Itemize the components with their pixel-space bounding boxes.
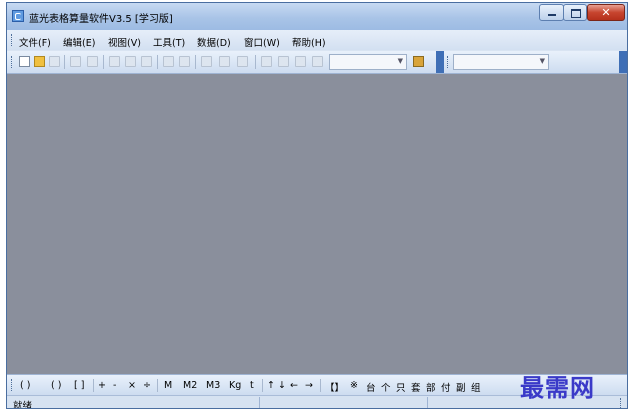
toolbar-separator (64, 55, 65, 69)
toolbar-separator (255, 55, 256, 69)
delete-row-icon[interactable] (237, 56, 248, 67)
edit-icon[interactable] (261, 56, 272, 67)
toolbar-grip-icon[interactable] (11, 56, 15, 68)
undo-icon[interactable] (163, 56, 174, 67)
unit-tai[interactable]: 台 (366, 380, 376, 394)
redo-icon[interactable] (179, 56, 190, 67)
status-divider (427, 397, 428, 408)
menu-window[interactable]: 窗口(W) (244, 35, 280, 49)
arrow-down-button[interactable]: ↓ (278, 380, 286, 391)
symbol-reference-mark[interactable]: ※ (350, 380, 358, 391)
new-file-icon[interactable] (19, 56, 30, 67)
menu-tools[interactable]: 工具(T) (153, 35, 185, 49)
symbol-minus[interactable]: - (113, 380, 116, 391)
bookmark-icon[interactable] (413, 56, 424, 67)
paste-icon[interactable] (141, 56, 152, 67)
table-icon[interactable] (312, 56, 323, 67)
title-bar[interactable]: 蓝光表格算量软件V3.5 [学习版] ✕ (7, 3, 627, 30)
toolbar-separator (195, 55, 196, 69)
document-workspace[interactable] (7, 74, 627, 374)
resize-grip-icon[interactable] (620, 398, 624, 408)
maximize-button[interactable] (563, 4, 587, 21)
open-folder-icon[interactable] (34, 56, 45, 67)
unit-bu[interactable]: 部 (426, 380, 436, 394)
menu-help[interactable]: 帮助(H) (292, 35, 326, 49)
window-title: 蓝光表格算量软件V3.5 [学习版] (29, 14, 173, 25)
app-window: 蓝光表格算量软件V3.5 [学习版] ✕ 文件(F) 编辑(E) 视图(V) 工… (6, 2, 628, 409)
close-icon: ✕ (601, 6, 611, 19)
save-icon[interactable] (49, 56, 60, 67)
toolbar-grip-icon[interactable] (447, 56, 451, 68)
unit-tao[interactable]: 套 (411, 380, 421, 394)
chevron-down-icon: ▼ (397, 57, 403, 65)
calc-icon[interactable] (278, 56, 289, 67)
toolbar-overflow-icon[interactable] (436, 51, 444, 73)
arrow-right-button[interactable]: → (305, 380, 313, 391)
status-text: 就绪 (13, 401, 33, 409)
symbol-paren-2[interactable]: ( ) (51, 380, 61, 391)
menu-data[interactable]: 数据(D) (197, 35, 231, 49)
status-divider (259, 397, 260, 408)
toolbar-separator (103, 55, 104, 69)
menu-grip-icon[interactable] (11, 34, 15, 46)
menu-bar: 文件(F) 编辑(E) 视图(V) 工具(T) 数据(D) 窗口(W) 帮助(H… (7, 30, 627, 50)
minimize-button[interactable] (539, 4, 564, 21)
close-button[interactable]: ✕ (587, 4, 625, 21)
arrow-up-button[interactable]: ↑ (267, 380, 275, 391)
sum-icon[interactable] (295, 56, 306, 67)
copy-icon[interactable] (125, 56, 136, 67)
app-icon[interactable] (12, 10, 24, 22)
unit-t[interactable]: t (250, 380, 254, 391)
cut-icon[interactable] (109, 56, 120, 67)
symbol-paren[interactable]: ( ) (20, 380, 30, 391)
unit-m3[interactable]: M3 (206, 380, 220, 391)
toolbar-separator (320, 379, 321, 392)
symbol-lenticular-bracket[interactable]: 【】 (325, 380, 344, 394)
unit-fu2[interactable]: 副 (456, 380, 466, 394)
symbol-plus[interactable]: + (98, 380, 106, 391)
unit-ge[interactable]: 个 (381, 380, 391, 394)
symbol-multiply[interactable]: × (128, 380, 136, 391)
toolbar-grip-icon[interactable] (11, 379, 15, 391)
toolbar-overflow-icon[interactable] (619, 51, 627, 73)
unit-m2[interactable]: M2 (183, 380, 197, 391)
watermark-logo: 最需网 (520, 373, 595, 402)
menu-edit[interactable]: 编辑(E) (63, 35, 95, 49)
print-preview-icon[interactable] (70, 56, 81, 67)
menu-file[interactable]: 文件(F) (19, 35, 51, 49)
unit-kg[interactable]: Kg (229, 380, 241, 391)
chevron-down-icon: ▼ (539, 57, 545, 65)
unit-zu[interactable]: 组 (471, 380, 481, 394)
symbol-divide[interactable]: ÷ (143, 380, 151, 391)
standard-toolbar: ▼ ▼ (7, 51, 627, 74)
unit-fu[interactable]: 付 (441, 380, 451, 394)
unit-m[interactable]: M (164, 380, 172, 391)
toolbar-separator (157, 379, 158, 392)
toolbar-separator (157, 55, 158, 69)
insert-row-icon[interactable] (201, 56, 212, 67)
toolbar-separator (93, 379, 94, 392)
print-icon[interactable] (87, 56, 98, 67)
arrow-left-button[interactable]: ← (290, 380, 298, 391)
toolbar-combo-1[interactable]: ▼ (329, 54, 407, 70)
symbol-bracket[interactable]: [ ] (74, 380, 84, 391)
unit-zhi[interactable]: 只 (396, 380, 406, 394)
toolbar-combo-2[interactable]: ▼ (453, 54, 549, 70)
toolbar-separator (262, 379, 263, 392)
insert-col-icon[interactable] (219, 56, 230, 67)
menu-view[interactable]: 视图(V) (108, 35, 141, 49)
